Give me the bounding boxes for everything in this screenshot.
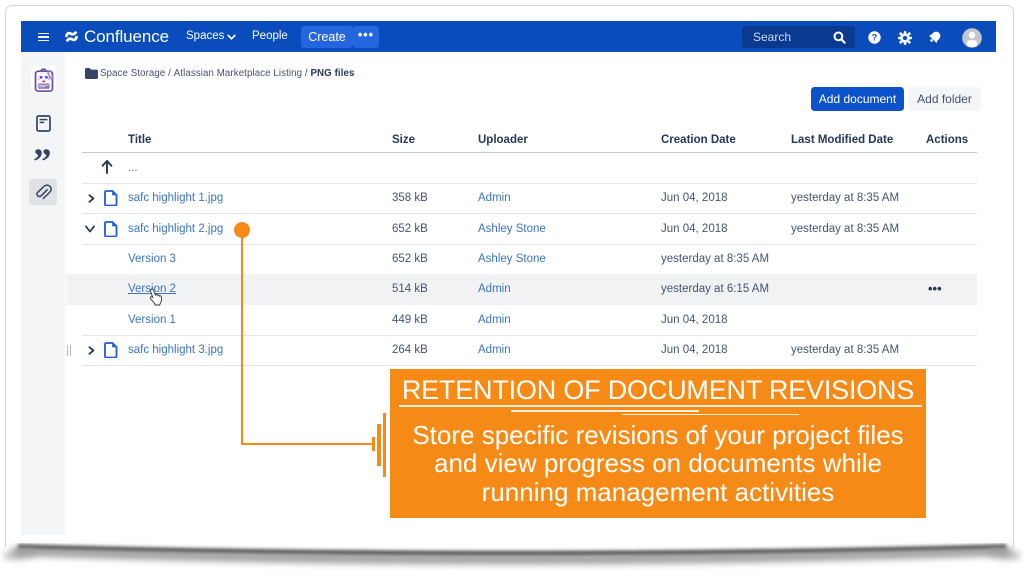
svg-text:?: ?	[872, 32, 878, 42]
